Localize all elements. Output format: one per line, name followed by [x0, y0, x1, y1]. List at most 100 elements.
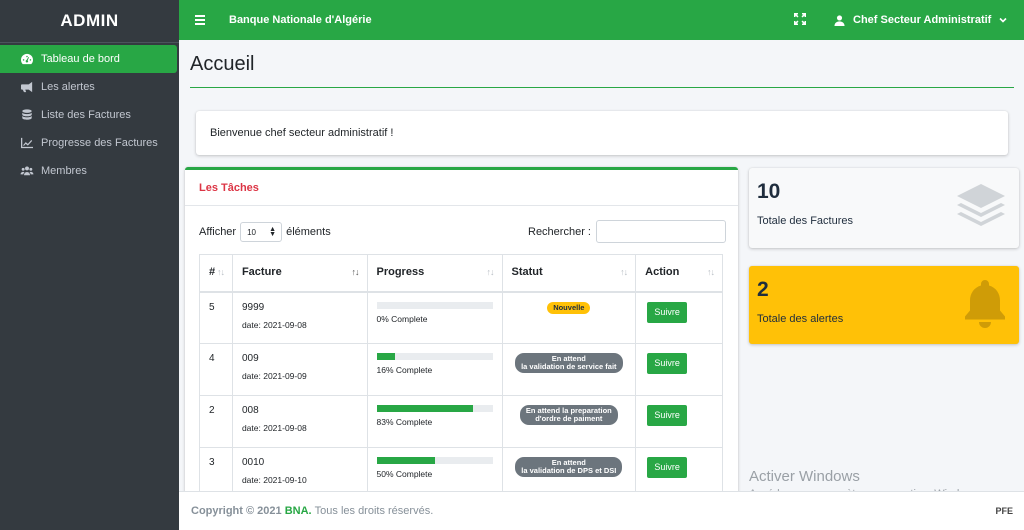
suivre-button[interactable]: Suivre — [647, 353, 688, 374]
cell-facture: 009 date: 2021-09-09 — [231, 343, 368, 396]
page-title: Accueil — [190, 53, 255, 75]
title-divider — [190, 87, 1014, 88]
status-badge: En attend la validation de DPS et DSI — [515, 457, 623, 477]
sidebar-item-alertes[interactable]: Les alertes — [0, 73, 177, 101]
progress-label: 0% Complete — [376, 313, 428, 324]
suivre-button[interactable]: Suivre — [647, 457, 688, 478]
progress-bar — [376, 405, 493, 412]
bullhorn-icon — [19, 81, 34, 93]
col-label: Action — [645, 266, 680, 278]
cell-action: Suivre — [635, 343, 723, 396]
sidebar-item-label: Progresse des Factures — [41, 137, 158, 149]
sort-icon: ↑↓ — [486, 267, 495, 277]
facture-number: 009 — [241, 353, 259, 364]
cell-num: 5 — [199, 291, 233, 344]
cell-facture: 9999 date: 2021-09-08 — [231, 291, 368, 344]
database-icon — [19, 109, 34, 121]
sort-icon: ↑↓ — [620, 267, 628, 277]
facture-date: date: 2021-09-08 — [241, 319, 307, 330]
table-header-row: # ↑↓ Facture ↑↓ Progress ↑↓ Statut ↑↓ Action… — [199, 254, 723, 293]
col-label: Facture — [241, 266, 282, 278]
welcome-text: Bienvenue chef secteur administratif ! — [210, 127, 394, 139]
bell-icon — [965, 280, 1005, 328]
sidebar-item-factures[interactable]: Liste des Factures — [0, 101, 177, 129]
chart-line-icon — [19, 137, 34, 149]
table-controls: Afficher 10 ▲ ▼ éléments Rechercher : — [185, 206, 738, 252]
user-name: Chef Secteur Administratif — [853, 14, 992, 26]
progress-bar — [376, 457, 493, 464]
col-label: Statut — [511, 266, 543, 278]
stat-label: Totale des Factures — [757, 215, 853, 227]
col-header-statut[interactable]: Statut ↑↓ — [501, 254, 637, 293]
cell-status: En attend la validation de service fait — [501, 343, 637, 396]
suivre-button[interactable]: Suivre — [647, 405, 688, 426]
page-length-control: Afficher 10 ▲ ▼ éléments — [199, 222, 331, 242]
suivre-button[interactable]: Suivre — [647, 301, 688, 323]
cell-num: 4 — [199, 343, 233, 396]
cell-num: 3 — [199, 447, 233, 497]
col-header-num[interactable]: # ↑↓ — [199, 254, 233, 293]
search-input[interactable] — [595, 220, 726, 243]
progress-fill — [376, 353, 396, 360]
table-row: 2 008 date: 2021-09-08 83% Complete En at… — [199, 395, 723, 448]
cell-num: 2 — [199, 395, 233, 448]
progress-fill — [376, 457, 435, 464]
sidebar-item-label: Membres — [41, 165, 87, 177]
status-badge: Nouvelle — [547, 301, 591, 314]
watermark-title: Activer Windows — [749, 468, 860, 485]
progress-label: 50% Complete — [376, 469, 433, 479]
page-length-select[interactable]: 10 ▲ ▼ — [240, 222, 283, 242]
page-length-value: 10 — [247, 227, 256, 237]
menu-toggle-icon[interactable] — [195, 13, 213, 27]
cell-action: Suivre — [635, 447, 723, 497]
select-arrows-icon: ▲ ▼ — [269, 226, 277, 238]
facture-number: 008 — [241, 405, 259, 416]
cell-status: En attend la validation de DPS et DSI — [501, 447, 637, 497]
sidebar-item-label: Liste des Factures — [41, 109, 131, 121]
user-menu[interactable]: Chef Secteur Administratif — [834, 0, 1015, 40]
col-label: # — [209, 266, 216, 278]
facture-number: 9999 — [241, 301, 265, 313]
top-navbar: Banque Nationale d'Algérie Chef Secteur … — [179, 0, 1024, 40]
table-row: 3 0010 date: 2021-09-10 50% Complete En a… — [199, 447, 723, 497]
users-icon — [19, 165, 34, 177]
cell-status: Nouvelle — [501, 291, 637, 344]
sidebar-item-dashboard[interactable]: Tableau de bord — [0, 45, 177, 73]
sidebar-item-label: Les alertes — [41, 81, 95, 93]
sidebar-item-label: Tableau de bord — [41, 53, 120, 65]
progress-bar — [376, 301, 493, 309]
table-row: 4 009 date: 2021-09-09 16% Complete En at… — [199, 343, 723, 396]
sidebar-nav: Tableau de bord Les alertes Liste des Fa… — [0, 43, 179, 185]
cell-action: Suivre — [635, 291, 723, 344]
footer-brand-link[interactable]: BNA. — [285, 505, 312, 517]
brand-logo[interactable]: ADMIN — [0, 0, 179, 43]
fullscreen-icon[interactable] — [794, 13, 806, 25]
show-label: Afficher — [199, 226, 237, 238]
status-badge: En attend la preparation d'ordre de paim… — [519, 405, 618, 425]
progress-bar — [376, 353, 493, 360]
stat-box-alertes[interactable]: 2 Totale des alertes — [749, 266, 1019, 344]
col-header-action[interactable]: Action ↑↓ — [635, 254, 723, 293]
col-header-facture[interactable]: Facture ↑↓ — [231, 254, 368, 293]
cell-facture: 0010 date: 2021-09-10 — [231, 447, 368, 497]
footer: Copyright © 2021 BNA. Tous les droits ré… — [179, 491, 1024, 530]
stat-box-factures[interactable]: 10 Totale des Factures — [749, 168, 1019, 248]
sidebar: ADMIN Tableau de bord Les alertes Liste … — [0, 0, 179, 530]
dashboard-icon — [19, 53, 34, 65]
col-header-progress[interactable]: Progress ↑↓ — [366, 254, 503, 293]
chevron-down-icon — [999, 17, 1007, 23]
bank-name[interactable]: Banque Nationale d'Algérie — [229, 14, 372, 26]
user-icon — [834, 14, 845, 26]
sidebar-item-progresse[interactable]: Progresse des Factures — [0, 129, 177, 157]
table-row: 5 9999 date: 2021-09-08 0% Complete Nouve… — [199, 291, 723, 344]
sort-icon: ↑↓ — [216, 267, 225, 277]
facture-date: date: 2021-09-08 — [241, 423, 307, 433]
cell-facture: 008 date: 2021-09-08 — [231, 395, 368, 448]
tasks-table: # ↑↓ Facture ↑↓ Progress ↑↓ Statut ↑↓ Action… — [199, 254, 723, 497]
facture-date: date: 2021-09-09 — [241, 371, 307, 381]
sidebar-item-membres[interactable]: Membres — [0, 157, 177, 185]
cell-progress: 0% Complete — [366, 291, 503, 344]
sort-desc-icon: ↑↓ — [351, 267, 360, 277]
card-title: Les Tâches — [185, 170, 738, 206]
cell-progress: 16% Complete — [366, 343, 503, 396]
